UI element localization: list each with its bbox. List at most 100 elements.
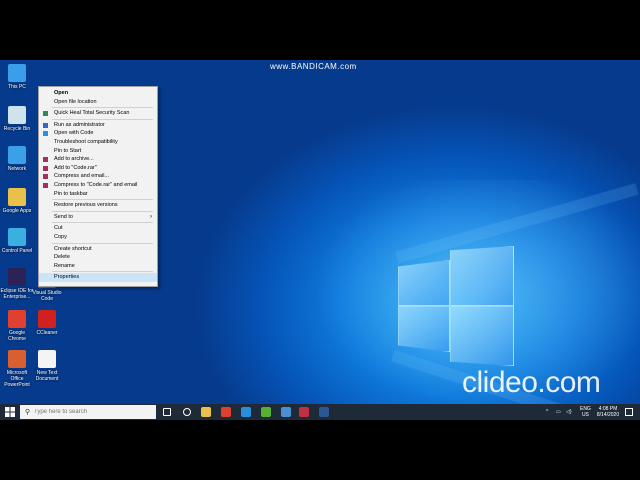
notification-icon[interactable] [625, 408, 633, 416]
desktop-icon[interactable]: Recycle Bin [0, 106, 34, 132]
menu-separator [52, 242, 153, 244]
menu-separator [52, 199, 153, 201]
folder-icon [8, 188, 26, 206]
menu-item-label: Pin to Start [54, 147, 82, 154]
menu-item-label: Open with Code [54, 130, 94, 137]
this-pc-icon [8, 64, 26, 82]
eclipse-icon [8, 268, 26, 286]
windows-logo-pane [450, 246, 514, 306]
desktop-icon-label: New Text Document [35, 370, 59, 382]
cortana-icon[interactable] [183, 408, 191, 416]
taskbar: ⚲ ^ ▭ ◁) ENG US 4:08 PM 8/14/2020 [0, 404, 640, 420]
winrar-icon [43, 157, 48, 163]
store-icon[interactable] [281, 407, 291, 417]
desktop-icon-label: CCleaner [36, 330, 58, 336]
taskbar-search-box[interactable]: ⚲ [20, 405, 156, 419]
word-icon[interactable] [319, 407, 329, 417]
menu-item-label: Quick Heal Total Security Scan [54, 110, 130, 117]
winrar-icon [43, 174, 48, 180]
menu-item-rename[interactable]: Rename [39, 262, 157, 271]
desktop-icon[interactable]: Eclipse IDE for Enterprise... [0, 268, 34, 300]
menu-item-label: Create shortcut [54, 245, 92, 252]
desktop-icon-label: Microsoft Office PowerPoint [4, 370, 30, 388]
desktop-icon[interactable]: Google Chrome [0, 310, 34, 342]
menu-item-send-to[interactable]: Send to › [39, 213, 157, 222]
language-indicator[interactable]: ENG US [580, 406, 591, 418]
menu-item-label: Rename [54, 262, 75, 269]
menu-item-label: Compress and email... [54, 173, 110, 180]
menu-item-label: Cut [54, 225, 63, 232]
file-explorer-icon[interactable] [201, 407, 211, 417]
desktop-icon[interactable]: Google Apps [0, 188, 34, 214]
windows-start-icon[interactable] [5, 407, 15, 417]
clock[interactable]: 4:08 PM 8/14/2020 [594, 406, 622, 418]
vscode-icon [43, 131, 48, 137]
menu-item-label: Send to [54, 213, 73, 220]
desktop-icon[interactable]: Microsoft Office PowerPoint [0, 350, 34, 388]
menu-item-label: Compress to "Code.rar" and email [54, 182, 138, 188]
search-input[interactable] [34, 406, 152, 418]
desktop-icon-label: Recycle Bin [3, 126, 31, 132]
windows-logo-pane [450, 306, 514, 366]
menu-item-label: Open [54, 90, 69, 96]
menu-item-label: Pin to taskbar [54, 190, 88, 197]
volume-tray-icon[interactable]: ◁) [566, 409, 572, 415]
desktop-icon[interactable]: Control Panel [0, 228, 34, 254]
bandicam-watermark: www.BANDICAM.com [270, 62, 357, 71]
desktop-icon[interactable]: New Text Document [30, 350, 64, 382]
recycle-bin-icon [8, 106, 26, 124]
desktop-icon-label: Google Chrome [8, 330, 26, 342]
chrome-icon[interactable] [221, 407, 231, 417]
desktop[interactable]: www.BANDICAM.com clideo.com This PC Recyc… [0, 60, 640, 420]
menu-item-label: Run as administrator [54, 121, 105, 128]
menu-separator [52, 210, 153, 212]
chevron-right-icon: › [150, 213, 152, 220]
task-view-icon[interactable] [163, 408, 171, 416]
desktop-icon[interactable]: Network [0, 146, 34, 172]
control-panel-icon [8, 228, 26, 246]
notepad-plus-icon[interactable] [261, 407, 271, 417]
menu-separator [52, 107, 153, 109]
desktop-icon-label: Visual Studio Code [32, 290, 62, 302]
edge-icon[interactable] [241, 407, 251, 417]
menu-item-quick-heal-total-security-scan[interactable]: Quick Heal Total Security Scan [39, 109, 157, 118]
admin-shield-icon [43, 122, 48, 128]
menu-item-label: Add to archive... [54, 156, 94, 163]
clock-date: 8/14/2020 [596, 412, 620, 418]
desktop-icon[interactable]: This PC [0, 64, 34, 90]
menu-item-label: Copy [54, 234, 67, 240]
menu-item-pin-to-taskbar[interactable]: Pin to taskbar [39, 190, 157, 199]
ccleaner-icon [38, 310, 56, 328]
desktop-icon-label: Eclipse IDE for Enterprise... [0, 288, 34, 300]
menu-item-label: Restore previous versions [54, 202, 118, 209]
context-menu: Open Open file location Quick Heal Total S… [38, 86, 158, 287]
menu-separator [52, 118, 153, 120]
windows-logo-pane [398, 260, 450, 306]
shield-icon [43, 111, 48, 117]
winrar-icon [43, 183, 48, 188]
network-icon [8, 146, 26, 164]
menu-item-copy[interactable]: Copy [39, 233, 157, 242]
desktop-icon-label: Google Apps [2, 208, 32, 214]
tray-chevron-icon[interactable]: ^ [546, 409, 548, 415]
desktop-icon-label: Network [7, 166, 27, 172]
menu-item-label: Troubleshoot compatibility [54, 139, 118, 145]
bandicam-icon[interactable] [299, 407, 309, 417]
menu-separator [52, 271, 153, 273]
menu-item-restore-previous-versions[interactable]: Restore previous versions [39, 201, 157, 210]
winrar-icon [43, 165, 48, 171]
powerpoint-icon [8, 350, 26, 368]
menu-item-properties[interactable]: Properties [39, 273, 157, 283]
menu-item-open-file-location[interactable]: Open file location [39, 98, 157, 107]
network-tray-icon[interactable]: ▭ [556, 409, 561, 415]
menu-item-label: Properties [54, 274, 80, 281]
menu-separator [52, 222, 153, 224]
menu-item-label: Add to "Code.rar" [54, 164, 97, 171]
menu-item-label: Delete [54, 254, 70, 261]
menu-item-label: Open file location [54, 98, 97, 105]
chrome-icon [8, 310, 26, 328]
desktop-icon-label: Control Panel [1, 248, 33, 254]
search-icon: ⚲ [25, 409, 31, 416]
desktop-icon[interactable]: CCleaner [30, 310, 64, 336]
desktop-icon-label: This PC [8, 84, 26, 90]
